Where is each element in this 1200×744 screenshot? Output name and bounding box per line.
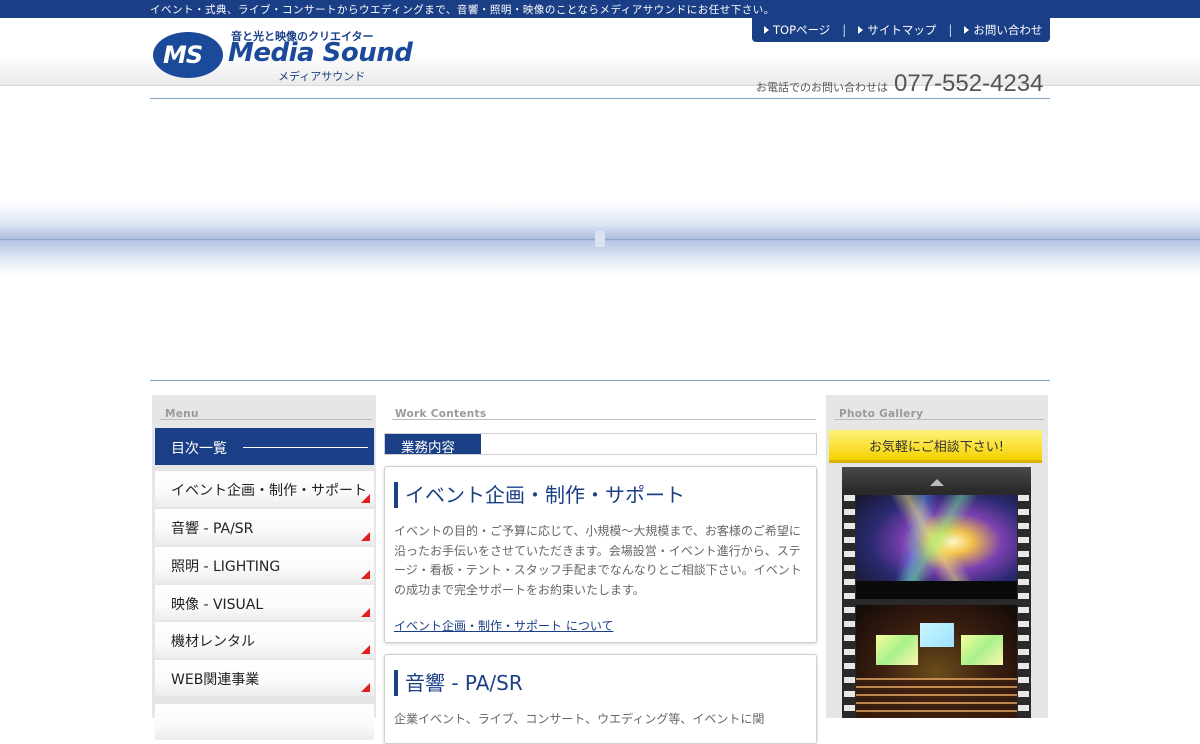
- nav-separator: |: [948, 23, 953, 37]
- sidebar-item-label: 映像 - VISUAL: [171, 597, 264, 613]
- sidebar-title: Menu: [152, 395, 376, 421]
- consult-banner-text: お気軽にご相談下さい!: [869, 440, 1004, 455]
- work-contents: Work Contents 業務内容 イベント企画・制作・サポート イベントの目…: [378, 395, 824, 744]
- banner-loading-indicator: [595, 231, 605, 247]
- sidebar-heading-text: 目次一覧: [171, 441, 227, 457]
- corner-arrow-icon: [361, 608, 370, 617]
- top-nav: TOPページ | サイトマップ | お問い合わせ: [752, 18, 1050, 42]
- sidebar-item-lighting[interactable]: 照明 - LIGHTING: [155, 547, 374, 583]
- corner-arrow-icon: [361, 570, 370, 579]
- logo-mark-text: MS: [163, 41, 203, 69]
- gallery-photo-concert[interactable]: [856, 495, 1017, 599]
- corner-arrow-icon: [361, 683, 370, 692]
- seat-rows: [856, 678, 1017, 718]
- film-strip: [842, 467, 1031, 718]
- card-text: イベントの目的・ご予算に応じて、小規模〜大規模まで、お客様のご希望に沿ったお手伝…: [394, 524, 802, 597]
- work-contents-title: Work Contents: [378, 395, 824, 421]
- nav-sitemap-link[interactable]: サイトマップ: [858, 22, 936, 38]
- phone-label: お電話でのお問い合わせは: [756, 81, 888, 94]
- service-card-pa: 音響 - PA/SR 企業イベント、ライブ、コンサート、ウエディング等、イベント…: [384, 654, 817, 744]
- gallery-title-rule: [834, 419, 1044, 420]
- sidebar-item-label: 機材レンタル: [171, 634, 255, 650]
- logo-mark: MS: [153, 32, 223, 78]
- hero-banner: [0, 200, 1200, 276]
- sidebar-heading: 目次一覧: [155, 428, 374, 465]
- nav-top-label: TOPページ: [773, 23, 831, 37]
- card-title: イベント企画・制作・サポート: [394, 482, 685, 508]
- gallery-photo-hall[interactable]: [856, 605, 1017, 718]
- corner-arrow-icon: [361, 645, 370, 654]
- sidebar-menu: Menu 目次一覧 イベント企画・制作・サポート 音響 - PA/SR 照明 -…: [152, 395, 376, 740]
- top-tagline: イベント・式典、ライブ・コンサートからウエディングまで、音響・照明・映像のことな…: [150, 4, 775, 16]
- crowd-silhouette: [856, 581, 1017, 599]
- sidebar-item-label: 照明 - LIGHTING: [171, 559, 281, 575]
- triangle-right-icon: [764, 26, 769, 34]
- sidebar-item-pa[interactable]: 音響 - PA/SR: [155, 509, 374, 545]
- top-tagline-bar: イベント・式典、ライブ・コンサートからウエディングまで、音響・照明・映像のことな…: [0, 0, 1200, 18]
- screen-left: [876, 635, 918, 665]
- card-link[interactable]: イベント企画・制作・サポート について: [394, 617, 613, 634]
- nav-contact-link[interactable]: お問い合わせ: [964, 22, 1042, 38]
- sidebar-item-rental[interactable]: 機材レンタル: [155, 622, 374, 658]
- site-logo[interactable]: MS 音と光と映像のクリエイター Media Sound メディアサウンド: [153, 28, 433, 86]
- card-text: 企業イベント、ライブ、コンサート、ウエディング等、イベントに関: [394, 712, 765, 726]
- sidebar-item-visual[interactable]: 映像 - VISUAL: [155, 585, 374, 621]
- phone-contact: お電話でのお問い合わせは 077-552-4234: [756, 70, 1043, 98]
- sidebar-item-label: WEB関連事業: [171, 672, 260, 688]
- sidebar-title-rule: [160, 419, 372, 420]
- card-title: 音響 - PA/SR: [394, 670, 523, 696]
- service-card-event: イベント企画・制作・サポート イベントの目的・ご予算に応じて、小規模〜大規模まで…: [384, 466, 817, 643]
- screen-right: [961, 635, 1003, 665]
- logo-kana: メディアサウンド: [278, 70, 366, 83]
- screen-center: [920, 623, 954, 647]
- corner-arrow-icon: [361, 494, 370, 503]
- sidebar-item-event[interactable]: イベント企画・制作・サポート: [155, 471, 374, 507]
- sidebar-item-next[interactable]: [155, 704, 374, 740]
- divider-top: [150, 98, 1050, 99]
- nav-top-link[interactable]: TOPページ: [764, 22, 830, 38]
- section-label: 業務内容: [385, 434, 481, 456]
- sidebar-heading-rule: [243, 447, 368, 448]
- corner-arrow-icon: [361, 532, 370, 541]
- film-holes-right: [1018, 491, 1029, 718]
- divider-bottom: [150, 380, 1050, 381]
- sidebar-item-web[interactable]: WEB関連事業: [155, 660, 374, 696]
- nav-contact-label: お問い合わせ: [973, 23, 1043, 37]
- sidebar-item-label: イベント企画・制作・サポート: [171, 483, 367, 499]
- logo-name: Media Sound: [228, 38, 413, 68]
- gallery-title: Photo Gallery: [826, 395, 1048, 421]
- section-label-bar: 業務内容: [384, 433, 817, 456]
- phone-number[interactable]: 077-552-4234: [894, 70, 1043, 98]
- scroll-up-icon[interactable]: [930, 479, 944, 486]
- triangle-right-icon: [964, 26, 970, 34]
- sidebar-item-label: 音響 - PA/SR: [171, 521, 254, 537]
- film-holes-left: [844, 491, 855, 718]
- consult-banner[interactable]: お気軽にご相談下さい!: [829, 430, 1042, 463]
- triangle-right-icon: [858, 26, 864, 34]
- nav-sitemap-label: サイトマップ: [867, 23, 937, 37]
- work-contents-title-rule: [392, 419, 816, 420]
- nav-separator: |: [842, 23, 847, 37]
- photo-gallery: Photo Gallery お気軽にご相談下さい!: [826, 395, 1048, 718]
